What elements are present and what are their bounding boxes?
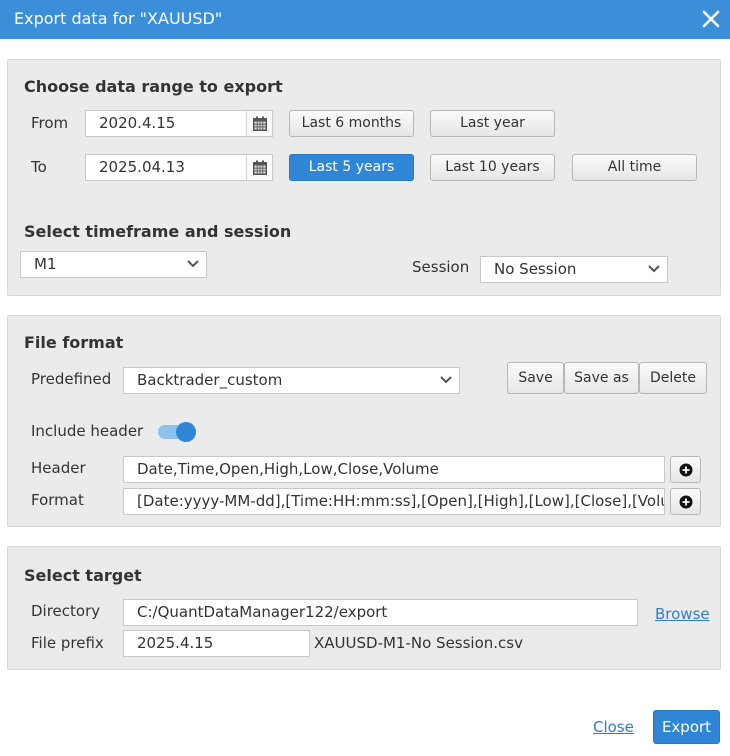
dialog-title: Export data for "XAUUSD" [14, 9, 223, 28]
plus-circle-icon [679, 495, 692, 508]
predefined-label: Predefined [31, 370, 112, 388]
include-header-label: Include header [31, 422, 144, 440]
file-format-heading: File format [24, 333, 124, 352]
chevron-down-icon [440, 376, 452, 384]
range-heading: Choose data range to export [24, 77, 283, 96]
add-format-field-button[interactable] [670, 488, 701, 515]
session-value: No Session [494, 260, 577, 278]
directory-label: Directory [31, 602, 101, 620]
plus-circle-icon [679, 463, 692, 476]
close-link[interactable]: Close [593, 718, 634, 736]
target-heading: Select target [24, 566, 142, 585]
include-header-toggle[interactable] [158, 422, 196, 442]
to-label: To [31, 158, 47, 176]
last-6-months-button[interactable]: Last 6 months [289, 110, 414, 137]
chevron-down-icon [187, 260, 199, 268]
predefined-format-select[interactable]: Backtrader_custom [123, 367, 460, 394]
close-icon[interactable] [698, 6, 724, 32]
save-button[interactable]: Save [507, 362, 564, 394]
format-input[interactable]: [Date:yyyy-MM-dd],[Time:HH:mm:ss],[Open]… [123, 488, 665, 515]
header-label: Header [31, 459, 86, 477]
chevron-down-icon [648, 265, 660, 273]
to-date-input[interactable]: 2025.04.13 [85, 154, 273, 181]
delete-button[interactable]: Delete [639, 362, 707, 394]
predefined-format-value: Backtrader_custom [137, 371, 283, 389]
format-label: Format [31, 491, 84, 509]
timeframe-select[interactable]: M1 [20, 251, 207, 278]
all-time-button[interactable]: All time [572, 154, 697, 181]
timeframe-value: M1 [34, 255, 57, 273]
dialog-titlebar: Export data for "XAUUSD" [0, 0, 730, 39]
from-date-value: 2020.4.15 [99, 114, 176, 132]
last-10-years-button[interactable]: Last 10 years [430, 154, 555, 181]
directory-input[interactable]: C:/QuantDataManager122/export [123, 599, 638, 626]
export-button[interactable]: Export [653, 710, 720, 744]
calendar-icon[interactable] [246, 111, 272, 136]
add-header-field-button[interactable] [670, 456, 701, 483]
header-input[interactable]: Date,Time,Open,High,Low,Close,Volume [123, 456, 665, 483]
last-year-button[interactable]: Last year [430, 110, 555, 137]
filename-preview: XAUUSD-M1-No Session.csv [314, 634, 523, 652]
file-prefix-input[interactable]: 2025.4.15 [123, 630, 310, 657]
timeframe-heading: Select timeframe and session [24, 222, 292, 241]
to-date-value: 2025.04.13 [99, 158, 185, 176]
from-date-input[interactable]: 2020.4.15 [85, 110, 273, 137]
last-5-years-button[interactable]: Last 5 years [289, 154, 414, 181]
session-select[interactable]: No Session [480, 256, 668, 283]
session-label: Session [412, 258, 470, 276]
browse-link[interactable]: Browse [655, 605, 710, 623]
toggle-knob [176, 422, 196, 442]
from-label: From [31, 114, 69, 132]
save-as-button[interactable]: Save as [564, 362, 639, 394]
file-prefix-label: File prefix [31, 634, 104, 652]
calendar-icon[interactable] [246, 155, 272, 180]
